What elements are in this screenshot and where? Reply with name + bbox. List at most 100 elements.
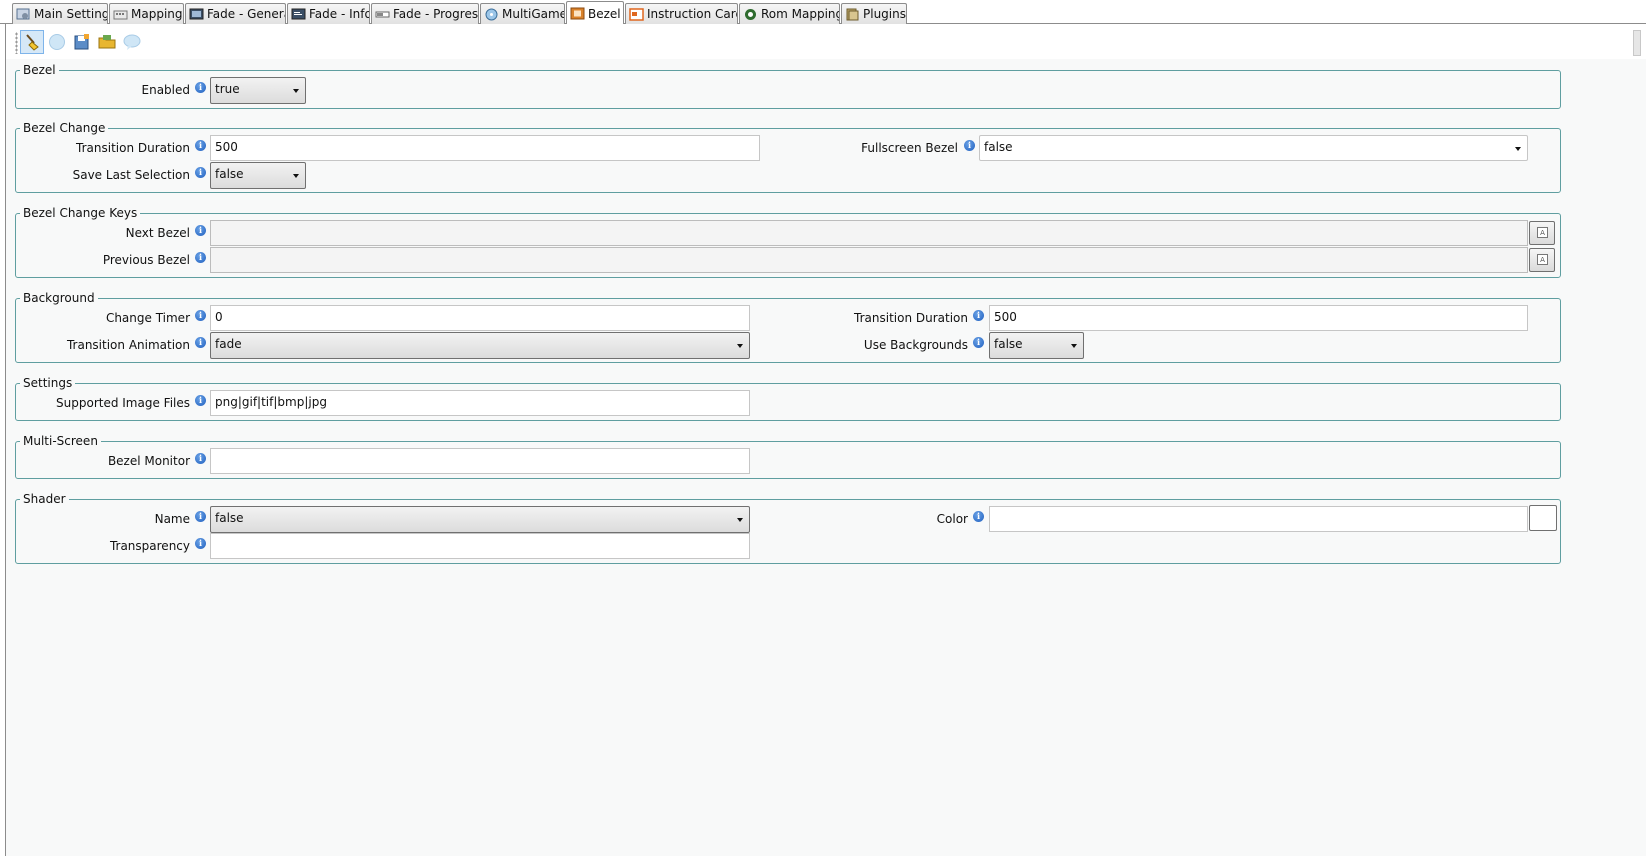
- info-icon[interactable]: i: [973, 337, 984, 348]
- tab-label: Fade - Progress: [393, 7, 479, 21]
- enabled-value: true: [215, 82, 240, 96]
- tab-mapping[interactable]: Mapping: [109, 3, 184, 24]
- group-title: Bezel Change: [23, 121, 106, 135]
- save-last-selection-label: Save Last Selection: [72, 168, 190, 182]
- key-icon: A: [1537, 227, 1548, 238]
- tab-fade-info[interactable]: Fade - Info: [287, 3, 370, 24]
- shader-name-label: Name: [154, 512, 190, 526]
- save-button[interactable]: [70, 30, 94, 54]
- previous-bezel-key-input[interactable]: [210, 247, 1528, 273]
- key-icon: A: [1537, 254, 1548, 265]
- bg-transition-duration-input[interactable]: 500: [989, 305, 1528, 331]
- color-picker-button[interactable]: [1529, 505, 1557, 531]
- shader-name-value: false: [215, 511, 244, 525]
- comment-icon: [123, 34, 141, 50]
- tab-plugins[interactable]: Plugins: [841, 3, 907, 24]
- tab-label: Bezel: [588, 6, 621, 21]
- shader-name-select[interactable]: false: [210, 506, 750, 533]
- info-icon[interactable]: i: [195, 337, 206, 348]
- next-bezel-label: Next Bezel: [125, 226, 190, 240]
- disc-icon: [485, 8, 498, 20]
- shader-color-label: Color: [936, 512, 968, 526]
- info-icon[interactable]: i: [195, 225, 206, 236]
- tab-label: Plugins: [863, 7, 906, 21]
- change-timer-input[interactable]: 0: [210, 305, 750, 331]
- tab-fade-general[interactable]: Fade - General: [185, 3, 286, 24]
- transition-duration-input[interactable]: 500: [210, 135, 760, 161]
- tab-multigame[interactable]: MultiGame: [480, 3, 565, 24]
- screen-icon: [189, 8, 204, 19]
- info-icon[interactable]: i: [195, 511, 206, 522]
- chevron-down-icon: [293, 89, 299, 93]
- bezel-monitor-input[interactable]: [210, 448, 750, 474]
- tab-rom-mapping[interactable]: Rom Mapping: [739, 3, 840, 24]
- info-icon[interactable]: i: [964, 140, 975, 151]
- supported-image-files-input[interactable]: png|gif|tif|bmp|jpg: [210, 390, 750, 416]
- transparency-input[interactable]: [210, 533, 750, 559]
- chevron-down-icon: [1071, 344, 1077, 348]
- change-timer-label: Change Timer: [105, 311, 190, 325]
- toolbar: [6, 24, 1646, 59]
- tab-bezel[interactable]: Bezel: [566, 1, 624, 25]
- info-icon[interactable]: i: [195, 310, 206, 321]
- chevron-down-icon: [1515, 147, 1521, 151]
- plugin-icon: [846, 8, 859, 20]
- group-title: Bezel Change Keys: [23, 206, 138, 220]
- supported-image-files-label: Supported Image Files: [56, 396, 190, 410]
- tab-label: Rom Mapping: [761, 7, 840, 21]
- tab-label: Fade - General: [207, 7, 286, 21]
- fullscreen-bezel-select[interactable]: false: [979, 135, 1528, 161]
- use-backgrounds-select[interactable]: false: [989, 332, 1084, 359]
- toolbar-grip[interactable]: [15, 32, 18, 54]
- toolbar-overflow-handle[interactable]: [1633, 30, 1641, 56]
- info-icon[interactable]: i: [195, 167, 206, 178]
- info-icon[interactable]: i: [195, 453, 206, 464]
- transition-animation-value: fade: [215, 337, 242, 351]
- use-backgrounds-label: Use Backgrounds: [863, 338, 968, 352]
- chevron-down-icon: [737, 518, 743, 522]
- info-screen-icon: [291, 8, 306, 19]
- global-button[interactable]: [45, 30, 69, 54]
- enabled-label: Enabled: [141, 83, 191, 97]
- info-icon[interactable]: i: [195, 140, 206, 151]
- clear-button[interactable]: [20, 30, 44, 54]
- group-title: Multi-Screen: [23, 434, 98, 448]
- info-icon[interactable]: i: [195, 395, 206, 406]
- save-icon: [74, 34, 89, 50]
- info-icon[interactable]: i: [195, 538, 206, 549]
- comment-button[interactable]: [120, 30, 144, 54]
- next-bezel-key-input[interactable]: [210, 220, 1528, 246]
- card-icon: [629, 7, 644, 21]
- tab-instruction-cards[interactable]: Instruction Cards: [625, 3, 738, 24]
- open-folder-button[interactable]: [95, 30, 119, 54]
- use-backgrounds-value: false: [994, 337, 1023, 351]
- info-icon[interactable]: i: [973, 310, 984, 321]
- shader-color-input[interactable]: [989, 506, 1528, 532]
- progress-bar-icon: [375, 11, 390, 17]
- bezel-settings-panel: Bezel Enabled i true Bezel Change Transi…: [5, 24, 1646, 856]
- enabled-select[interactable]: true: [210, 77, 306, 104]
- transparency-label: Transparency: [109, 539, 190, 553]
- info-icon[interactable]: i: [195, 82, 206, 93]
- next-bezel-key-capture-button[interactable]: A: [1529, 221, 1555, 245]
- chevron-down-icon: [293, 174, 299, 178]
- previous-bezel-key-capture-button[interactable]: A: [1529, 248, 1555, 272]
- tab-label: Mapping: [131, 7, 183, 21]
- bezel-frame-icon: [570, 7, 585, 20]
- folder-open-icon: [98, 35, 116, 49]
- info-icon[interactable]: i: [973, 511, 984, 522]
- tab-fade-progress[interactable]: Fade - Progress: [371, 3, 479, 24]
- transition-animation-select[interactable]: fade: [210, 332, 750, 359]
- fullscreen-bezel-value: false: [984, 140, 1013, 154]
- tab-main-settings[interactable]: Main Settings: [12, 3, 108, 24]
- bezel-monitor-label: Bezel Monitor: [107, 454, 190, 468]
- broom-icon: [26, 34, 39, 51]
- gear-icon: [16, 8, 30, 19]
- tab-label: Instruction Cards: [647, 7, 737, 21]
- save-last-selection-select[interactable]: false: [210, 162, 306, 189]
- group-title: Settings: [23, 376, 73, 390]
- tab-label: Main Settings: [34, 7, 108, 21]
- fullscreen-bezel-label: Fullscreen Bezel: [861, 141, 958, 155]
- group-title: Background: [23, 291, 95, 305]
- info-icon[interactable]: i: [195, 252, 206, 263]
